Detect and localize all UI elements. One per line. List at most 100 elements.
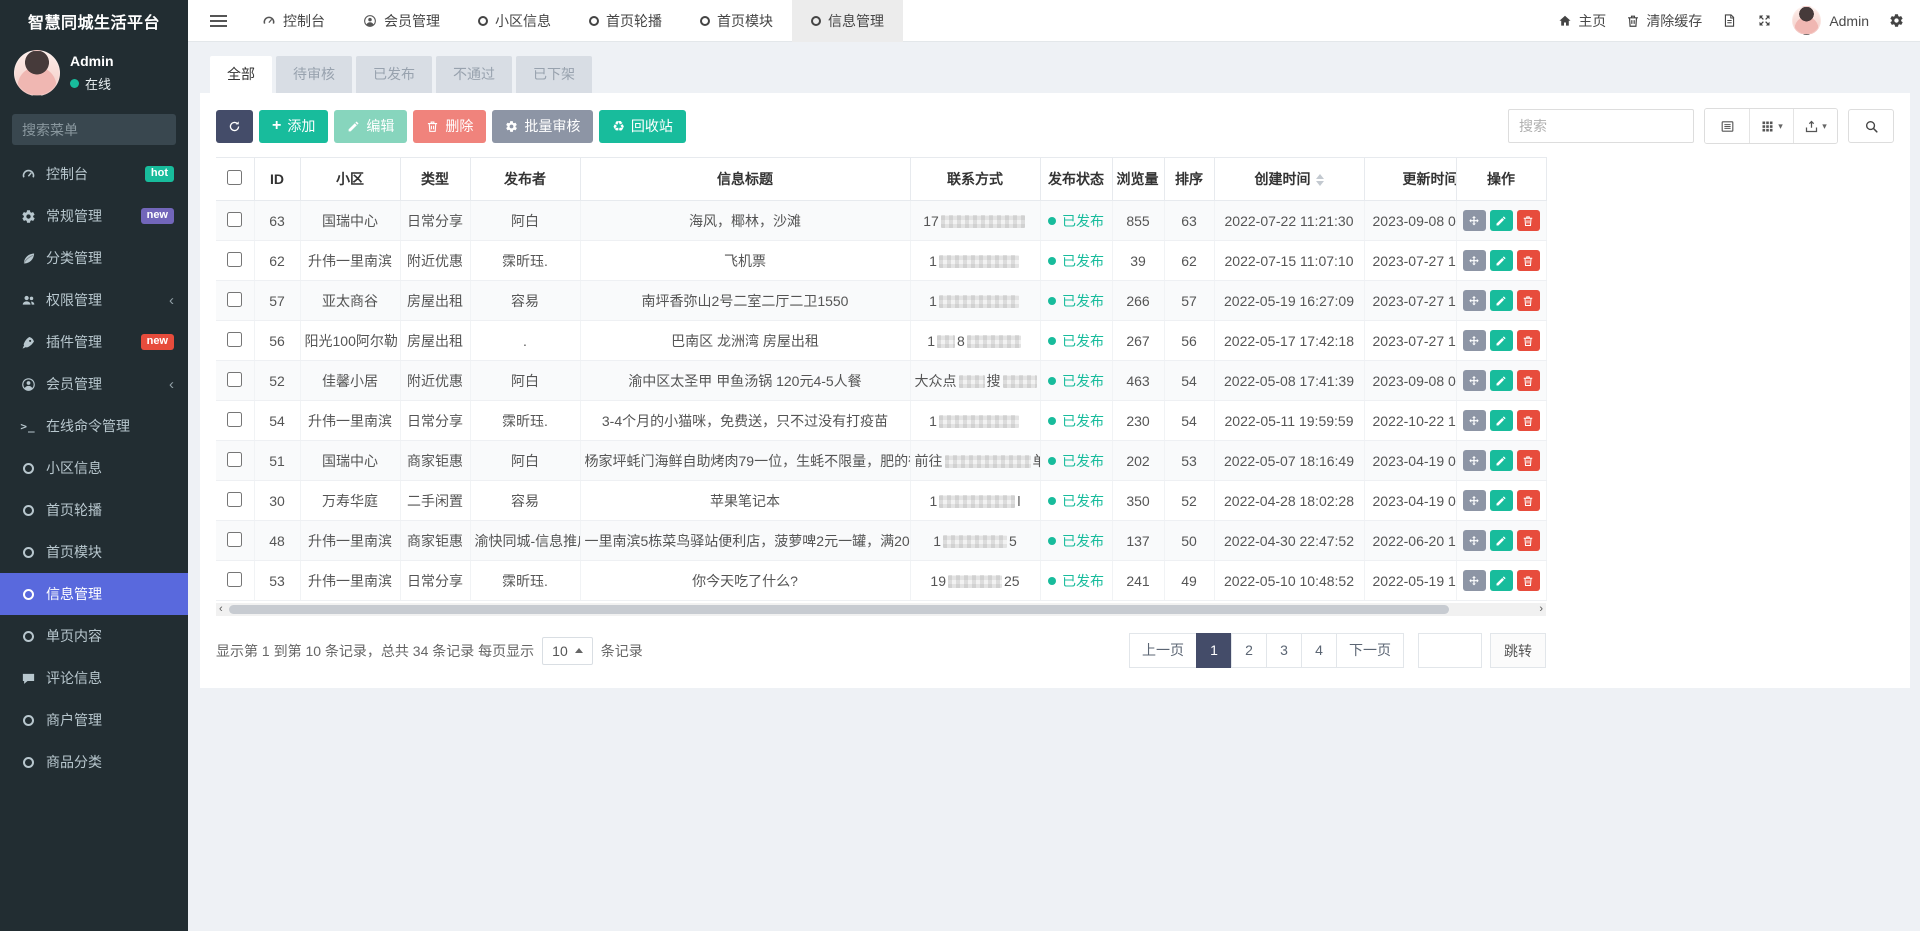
sidebar-item-权限管理[interactable]: 权限管理‹ [0, 279, 188, 321]
jump-page-input[interactable] [1418, 633, 1482, 668]
filter-tab-已下架[interactable]: 已下架 [516, 56, 592, 93]
scroll-right-icon[interactable]: › [1539, 604, 1543, 615]
page-button-3[interactable]: 3 [1266, 633, 1302, 668]
filter-tab-全部[interactable]: 全部 [210, 56, 272, 93]
topnav-tab-控制台[interactable]: 控制台 [243, 0, 344, 42]
row-edit-button[interactable] [1490, 250, 1513, 271]
fullscreen-button[interactable] [1757, 13, 1772, 28]
row-delete-button[interactable] [1517, 570, 1540, 591]
horizontal-scrollbar[interactable]: ‹ › [216, 603, 1546, 616]
row-checkbox[interactable] [227, 332, 242, 347]
page-button-4[interactable]: 4 [1301, 633, 1337, 668]
row-checkbox[interactable] [227, 452, 242, 467]
row-delete-button[interactable] [1517, 290, 1540, 311]
topnav-tab-小区信息[interactable]: 小区信息 [459, 0, 570, 42]
next-page-button[interactable]: 下一页 [1336, 633, 1404, 668]
select-all-checkbox[interactable] [227, 170, 242, 185]
row-edit-button[interactable] [1490, 530, 1513, 551]
row-checkbox[interactable] [227, 412, 242, 427]
scrollbar-thumb[interactable] [229, 605, 1449, 614]
row-checkbox[interactable] [227, 292, 242, 307]
home-link[interactable]: 主页 [1558, 11, 1606, 31]
page-button-1[interactable]: 1 [1196, 633, 1232, 668]
page-size-select[interactable]: 10 [542, 637, 593, 665]
row-delete-button[interactable] [1517, 250, 1540, 271]
sidebar-item-常规管理[interactable]: 常规管理new [0, 195, 188, 237]
column-header-浏览量[interactable]: 浏览量 [1112, 158, 1164, 201]
clear-cache-link[interactable]: 清除缓存 [1626, 11, 1702, 31]
topnav-tab-会员管理[interactable]: 会员管理 [344, 0, 459, 42]
detail-view-button[interactable] [1705, 109, 1749, 143]
sidebar-item-评论信息[interactable]: 评论信息 [0, 657, 188, 699]
row-checkbox[interactable] [227, 252, 242, 267]
user-menu[interactable]: Admin [1792, 6, 1869, 35]
topnav-tab-信息管理[interactable]: 信息管理 [792, 0, 903, 42]
filter-tab-待审核[interactable]: 待审核 [276, 56, 352, 93]
page-button-2[interactable]: 2 [1231, 633, 1267, 668]
row-checkbox[interactable] [227, 212, 242, 227]
app-logo[interactable]: 智慧同城生活平台 [0, 0, 188, 42]
sidebar-item-首页轮播[interactable]: 首页轮播 [0, 489, 188, 531]
row-checkbox[interactable] [227, 572, 242, 587]
sidebar-item-控制台[interactable]: 控制台hot [0, 153, 188, 195]
row-edit-button[interactable] [1490, 290, 1513, 311]
move-button[interactable] [1463, 250, 1486, 271]
row-delete-button[interactable] [1517, 330, 1540, 351]
sidebar-item-分类管理[interactable]: 分类管理 [0, 237, 188, 279]
topnav-tab-首页模块[interactable]: 首页模块 [681, 0, 792, 42]
row-delete-button[interactable] [1517, 530, 1540, 551]
sidebar-item-在线命令管理[interactable]: >_在线命令管理 [0, 405, 188, 447]
sidebar-item-会员管理[interactable]: 会员管理‹ [0, 363, 188, 405]
column-header-创建时间[interactable]: 创建时间 [1214, 158, 1364, 201]
sort-icon[interactable] [1316, 174, 1324, 186]
columns-button[interactable]: ▾ [1749, 109, 1793, 143]
filter-tab-不通过[interactable]: 不通过 [436, 56, 512, 93]
prev-page-button[interactable]: 上一页 [1129, 633, 1197, 668]
recycle-bin-button[interactable]: ♻回收站 [599, 110, 686, 143]
delete-button[interactable]: 删除 [413, 110, 486, 143]
table-search-input[interactable] [1508, 109, 1694, 143]
row-checkbox[interactable] [227, 372, 242, 387]
sidebar-item-商户管理[interactable]: 商户管理 [0, 699, 188, 741]
filter-tab-已发布[interactable]: 已发布 [356, 56, 432, 93]
row-delete-button[interactable] [1517, 210, 1540, 231]
sidebar-toggle-button[interactable] [194, 0, 243, 42]
row-delete-button[interactable] [1517, 450, 1540, 471]
move-button[interactable] [1463, 370, 1486, 391]
settings-button[interactable] [1889, 13, 1904, 28]
move-button[interactable] [1463, 570, 1486, 591]
refresh-button[interactable] [216, 110, 253, 143]
row-edit-button[interactable] [1490, 570, 1513, 591]
row-delete-button[interactable] [1517, 410, 1540, 431]
document-button[interactable] [1722, 13, 1737, 28]
row-edit-button[interactable] [1490, 210, 1513, 231]
move-button[interactable] [1463, 410, 1486, 431]
sidebar-item-单页内容[interactable]: 单页内容 [0, 615, 188, 657]
sidebar-item-信息管理[interactable]: 信息管理 [0, 573, 188, 615]
search-submit-button[interactable] [1848, 109, 1894, 143]
sidebar-search-input[interactable] [22, 122, 203, 138]
export-button[interactable]: ▾ [1793, 109, 1837, 143]
move-button[interactable] [1463, 530, 1486, 551]
sidebar-item-首页模块[interactable]: 首页模块 [0, 531, 188, 573]
row-delete-button[interactable] [1517, 490, 1540, 511]
row-edit-button[interactable] [1490, 330, 1513, 351]
sidebar-item-插件管理[interactable]: 插件管理new [0, 321, 188, 363]
topnav-tab-首页轮播[interactable]: 首页轮播 [570, 0, 681, 42]
row-delete-button[interactable] [1517, 370, 1540, 391]
user-avatar[interactable] [14, 50, 60, 96]
sidebar-item-商品分类[interactable]: 商品分类 [0, 741, 188, 783]
scroll-left-icon[interactable]: ‹ [219, 604, 223, 615]
move-button[interactable] [1463, 490, 1486, 511]
batch-audit-button[interactable]: 批量审核 [492, 110, 593, 143]
row-checkbox[interactable] [227, 532, 242, 547]
row-edit-button[interactable] [1490, 370, 1513, 391]
row-edit-button[interactable] [1490, 490, 1513, 511]
row-edit-button[interactable] [1490, 410, 1513, 431]
move-button[interactable] [1463, 450, 1486, 471]
edit-button[interactable]: 编辑 [334, 110, 407, 143]
move-button[interactable] [1463, 290, 1486, 311]
sidebar-item-小区信息[interactable]: 小区信息 [0, 447, 188, 489]
row-checkbox[interactable] [227, 492, 242, 507]
move-button[interactable] [1463, 210, 1486, 231]
